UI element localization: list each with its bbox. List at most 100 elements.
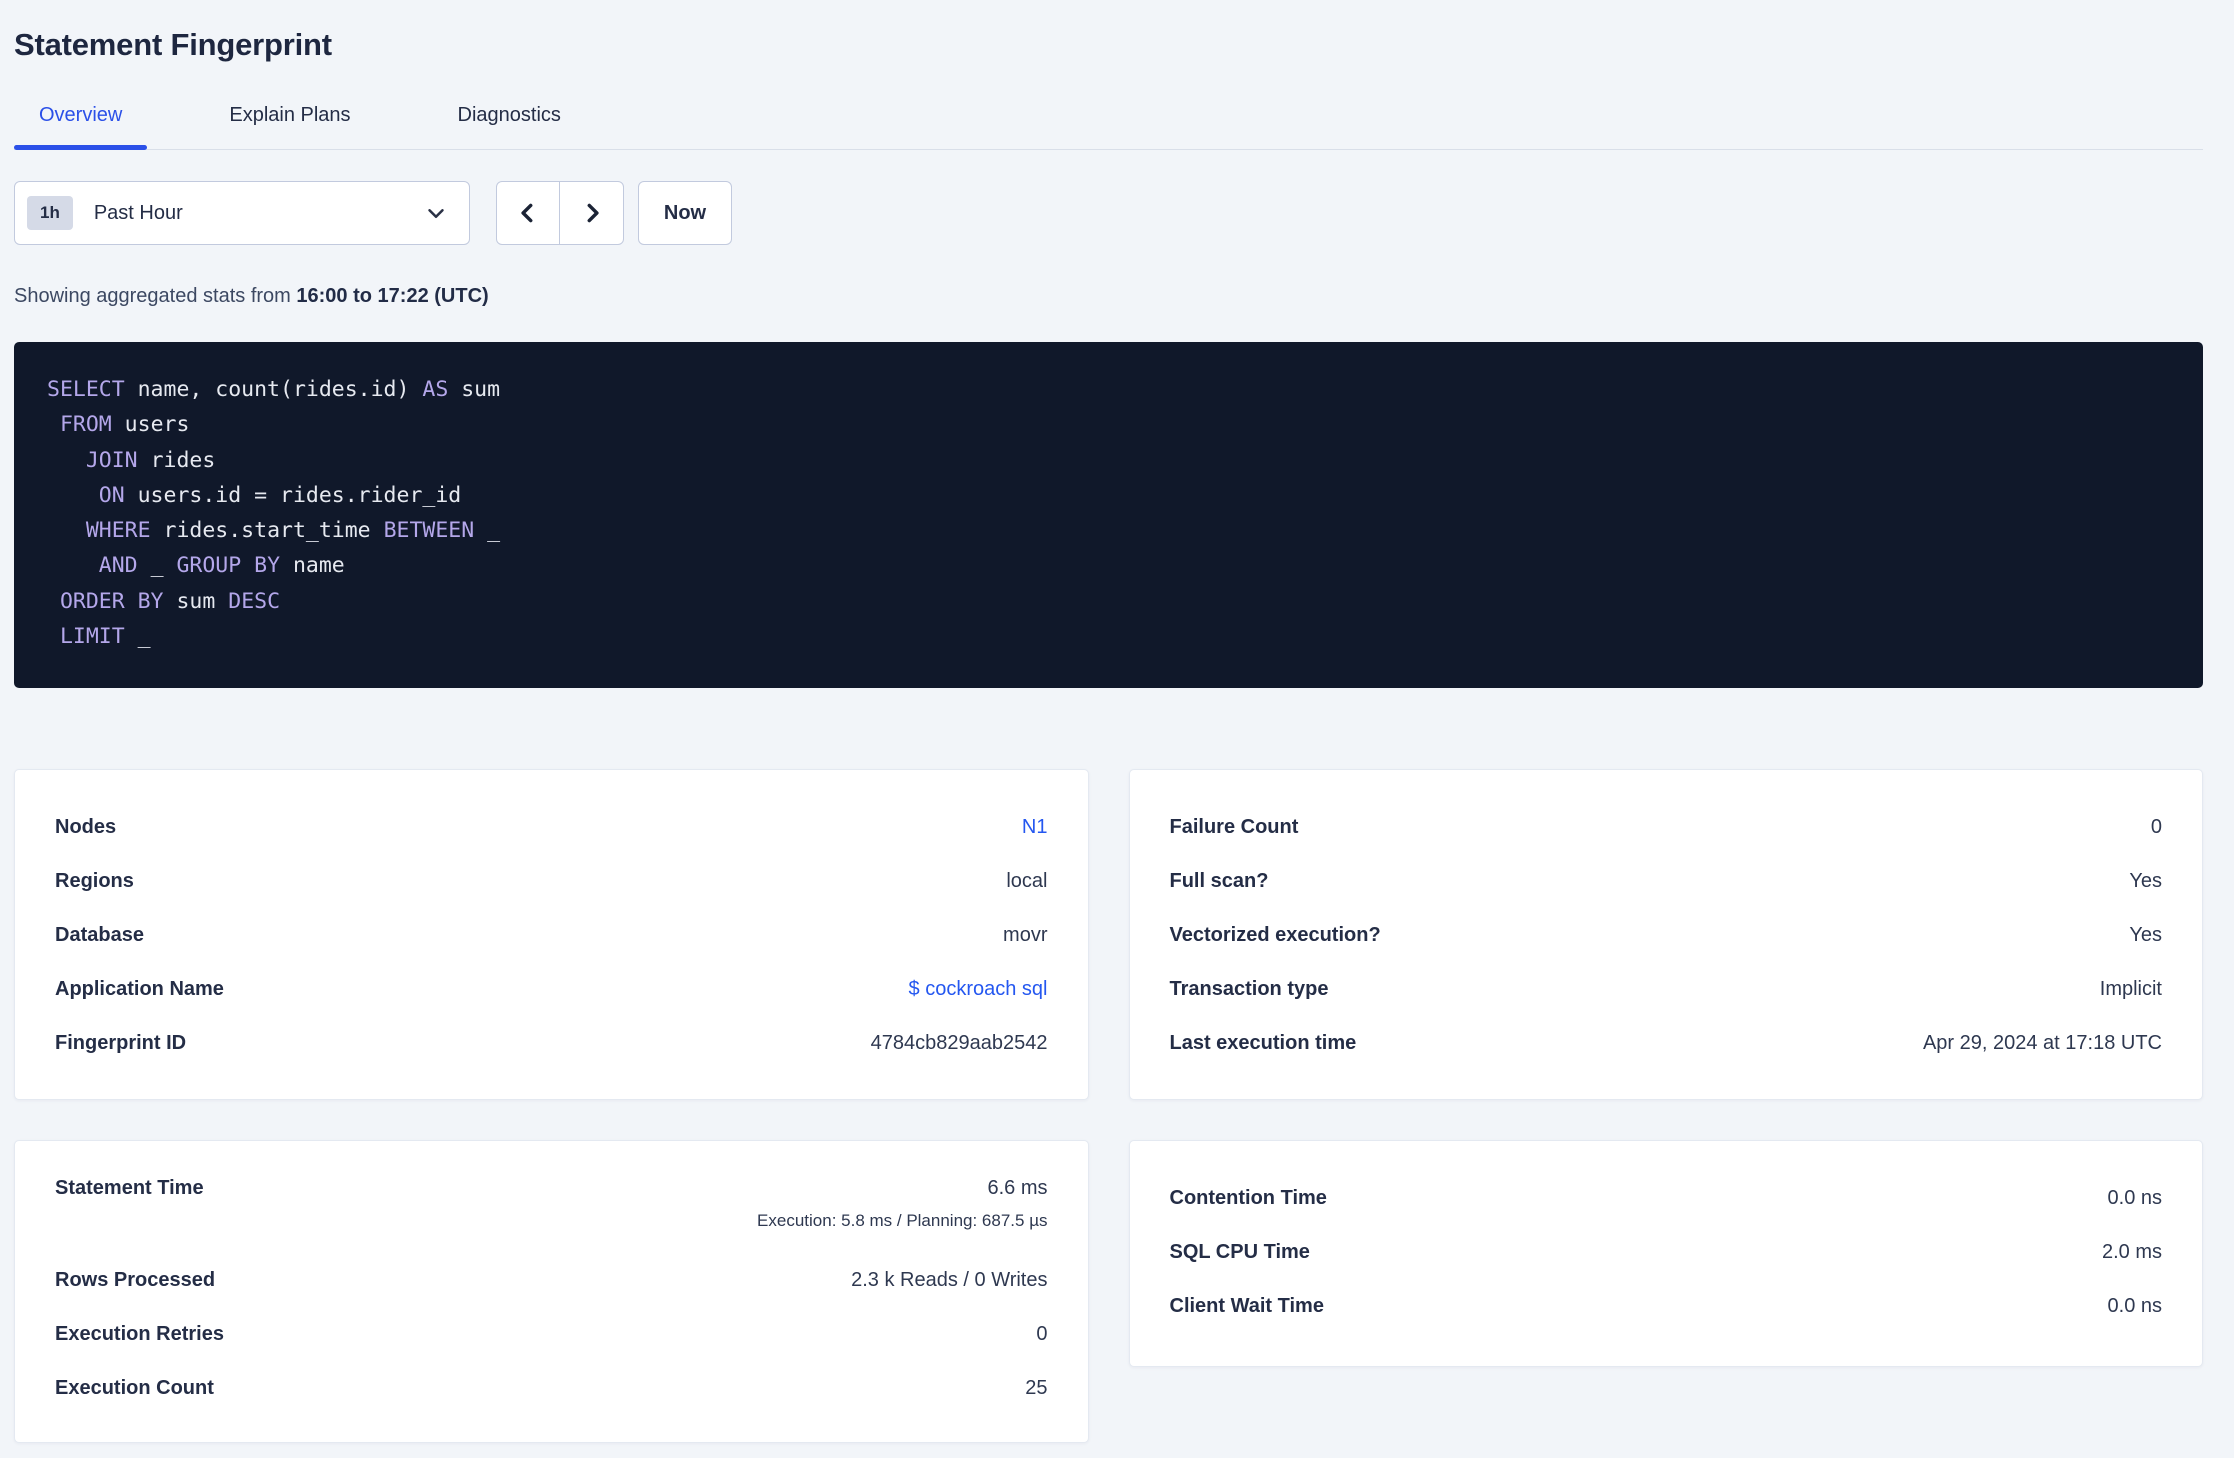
time-range-label: Past Hour	[93, 201, 183, 224]
tab-explain-plans[interactable]: Explain Plans	[204, 103, 375, 149]
statement-time-subvalue: Execution: 5.8 ms / Planning: 687.5 µs	[757, 1211, 1048, 1231]
sql-line: JOIN rides	[47, 443, 2170, 478]
full-scan-row: Full scan? Yes	[1170, 854, 2163, 908]
execution-retries-value: 0	[1036, 1322, 1048, 1345]
now-button[interactable]: Now	[638, 181, 732, 245]
rows-processed-row: Rows Processed 2.3 k Reads / 0 Writes	[55, 1253, 1048, 1307]
nodes-link[interactable]: N1	[1022, 816, 1048, 839]
regions-row: Regions local	[55, 854, 1048, 908]
statement-time-value: 6.6 ms	[987, 1177, 1048, 1200]
regions-label: Regions	[55, 869, 134, 892]
chevron-down-icon	[428, 209, 444, 219]
sql-text: sum	[448, 377, 501, 402]
chevron-left-icon	[521, 203, 533, 223]
sql-text: name, count(rides.id)	[124, 377, 423, 402]
execution-attributes-card: Failure Count 0 Full scan? Yes Vectorized ex…	[1128, 769, 2203, 1101]
sql-keyword: GROUP BY	[176, 553, 281, 579]
statement-fingerprint-page: Statement Fingerprint Overview Explain Pl…	[0, 0, 2234, 1444]
contention-time-value: 0.0 ns	[2107, 1186, 2162, 1209]
page-title: Statement Fingerprint	[14, 27, 332, 62]
statement-time-row: Statement Time 6.6 ms Execution: 5.8 ms / …	[55, 1171, 1048, 1253]
aggregated-stats-text: Showing aggregated stats from 16:00 to 1…	[14, 285, 2203, 307]
sql-statement-text: SELECT name, count(rides.id) AS sum FROM…	[47, 372, 2170, 654]
sql-cpu-time-label: SQL CPU Time	[1169, 1240, 1310, 1263]
time-controls: 1h Past Hour Now	[14, 181, 2203, 245]
nodes-label: Nodes	[55, 815, 117, 838]
failure-count-value: 0	[2150, 815, 2162, 838]
sql-line: ON users.id = rides.rider_id	[47, 478, 2170, 513]
sql-text: rides	[137, 447, 216, 473]
execution-count-value: 25	[1025, 1376, 1048, 1399]
sql-text: sum	[163, 588, 229, 614]
rows-processed-label: Rows Processed	[55, 1268, 216, 1291]
database-label: Database	[55, 923, 144, 946]
sql-keyword: ON	[98, 482, 125, 508]
sql-keyword: DESC	[228, 588, 281, 614]
sql-keyword: BETWEEN	[383, 518, 475, 544]
sql-cpu-time-value: 2.0 ms	[2101, 1240, 2162, 1263]
rows-processed-value: 2.3 k Reads / 0 Writes	[851, 1268, 1048, 1291]
tab-bar: Overview Explain Plans Diagnostics	[14, 103, 2203, 150]
execution-stats-card: Statement Time 6.6 ms Execution: 5.8 ms / …	[14, 1140, 1089, 1444]
wait-time-stats-card: Contention Time 0.0 ns SQL CPU Time 2.0 ms C…	[1128, 1140, 2203, 1368]
chevron-right-icon	[587, 203, 599, 223]
vectorized-execution-value: Yes	[2129, 923, 2162, 946]
fingerprint-id-row: Fingerprint ID 4784cb829aab2542	[55, 1016, 1048, 1070]
sql-statement-box: SELECT name, count(rides.id) AS sum FROM…	[14, 342, 2203, 689]
execution-retries-label: Execution Retries	[55, 1322, 224, 1345]
last-execution-time-row: Last execution time Apr 29, 2024 at 17:18…	[1170, 1016, 2163, 1070]
tab-diagnostics[interactable]: Diagnostics	[433, 103, 586, 149]
sql-keyword: SELECT	[47, 377, 125, 402]
execution-count-row: Execution Count 25	[55, 1361, 1048, 1415]
transaction-type-value: Implicit	[2099, 977, 2162, 1000]
sql-text: _	[474, 518, 501, 544]
transaction-type-row: Transaction type Implicit	[1170, 962, 2163, 1016]
failure-count-label: Failure Count	[1169, 815, 1299, 838]
sql-keyword: WHERE	[85, 518, 151, 544]
execution-retries-row: Execution Retries 0	[55, 1307, 1048, 1361]
vectorized-execution-label: Vectorized execution?	[1169, 923, 1381, 946]
statement-time-values: 6.6 ms Execution: 5.8 ms / Planning: 687.…	[757, 1177, 1047, 1231]
sql-keyword: ORDER BY	[59, 588, 164, 614]
time-range-dropdown[interactable]: 1h Past Hour	[14, 181, 470, 245]
sql-keyword: AND	[98, 553, 138, 579]
client-wait-time-value: 0.0 ns	[2107, 1294, 2162, 1317]
sql-text: name	[280, 553, 345, 579]
last-execution-time-label: Last execution time	[1169, 1031, 1357, 1054]
transaction-type-label: Transaction type	[1169, 977, 1329, 1000]
statement-details-card: Nodes N1 Regions local Database movr Applicati…	[14, 769, 1089, 1101]
sql-keyword: AS	[422, 377, 449, 402]
previous-time-window-button[interactable]	[497, 182, 560, 244]
tab-overview[interactable]: Overview	[14, 103, 148, 150]
application-name-row: Application Name $ cockroach sql	[55, 962, 1048, 1016]
database-value: movr	[1003, 923, 1048, 946]
failure-count-row: Failure Count 0	[1170, 800, 2163, 854]
sql-cpu-time-row: SQL CPU Time 2.0 ms	[1170, 1225, 2163, 1279]
next-time-window-button[interactable]	[560, 182, 623, 244]
sql-keyword: LIMIT	[59, 624, 125, 650]
sql-text: users	[111, 412, 190, 438]
application-name-link[interactable]: $ cockroach sql	[909, 978, 1048, 1001]
sql-text: users.id = rides.rider_id	[124, 482, 462, 508]
contention-time-label: Contention Time	[1169, 1186, 1327, 1209]
full-scan-label: Full scan?	[1169, 869, 1269, 892]
sql-line: FROM users	[47, 407, 2170, 442]
sql-keyword: JOIN	[85, 447, 138, 473]
aggregated-stats-range: 16:00 to 17:22 (UTC)	[296, 285, 489, 307]
sql-line: WHERE rides.start_time BETWEEN _	[47, 513, 2170, 548]
last-execution-time-value: Apr 29, 2024 at 17:18 UTC	[1922, 1031, 2162, 1054]
sql-text: _	[124, 624, 151, 650]
aggregated-stats-prefix: Showing aggregated stats from	[14, 285, 297, 307]
client-wait-time-row: Client Wait Time 0.0 ns	[1170, 1279, 2163, 1333]
summary-cards: Nodes N1 Regions local Database movr Applicati…	[14, 769, 2203, 1444]
regions-value: local	[1006, 869, 1048, 892]
full-scan-value: Yes	[2129, 869, 2162, 892]
client-wait-time-label: Client Wait Time	[1169, 1294, 1324, 1317]
application-name-label: Application Name	[55, 977, 224, 1000]
